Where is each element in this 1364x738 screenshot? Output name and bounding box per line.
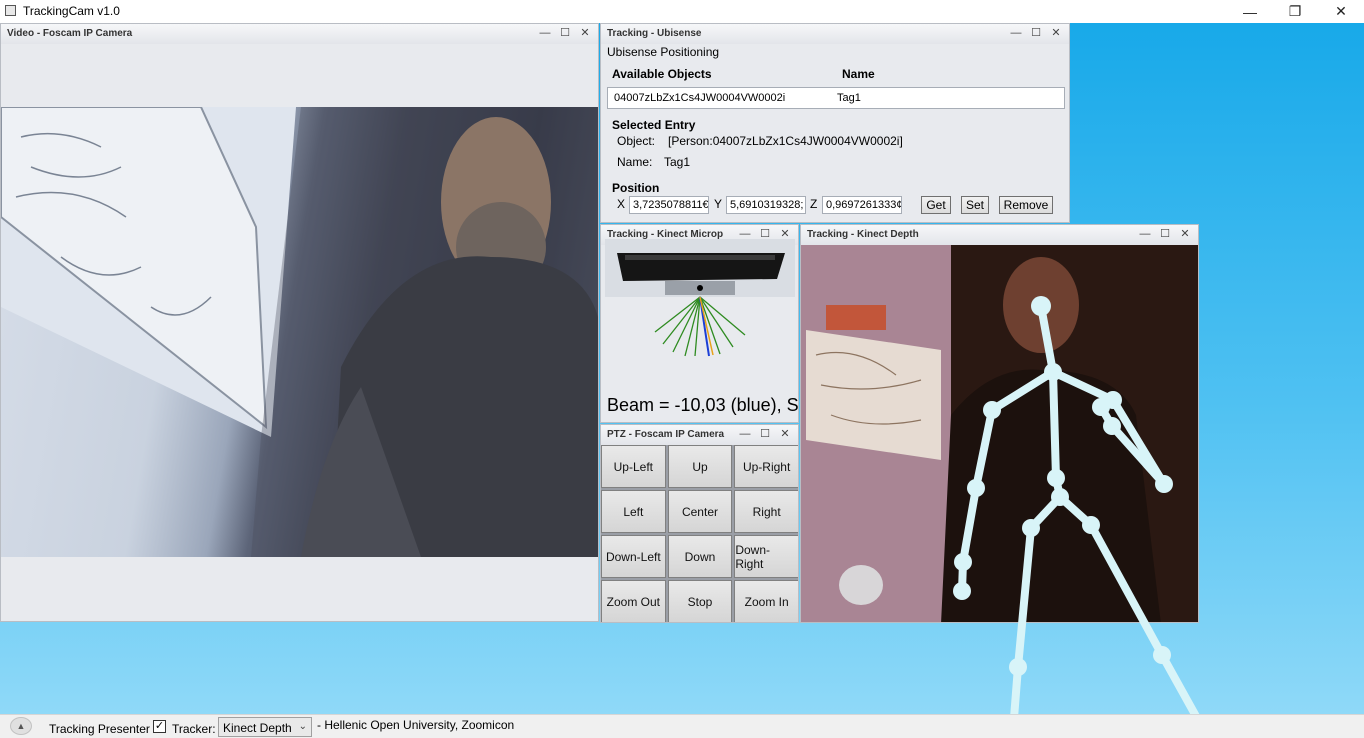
skeleton-overlay (953, 296, 1200, 714)
tracker-label: Tracker: (172, 722, 216, 736)
checkbox-icon[interactable]: ✓ (153, 720, 166, 733)
minimize-icon[interactable]: — (1227, 0, 1273, 23)
restore-icon[interactable]: ❐ (1272, 0, 1318, 23)
statusbar: ▲ Tracking Presenter ✓ Tracker: Kinect D… (0, 714, 1364, 738)
app-title: TrackingCam v1.0 (23, 4, 120, 18)
desktop-area: Video - Foscam IP Camera — ☐ ✕ Tracking … (0, 23, 1364, 714)
app-icon (5, 5, 16, 16)
tracker-select[interactable]: Kinect Depth ⌄ (218, 717, 312, 737)
credit-text: - Hellenic Open University, Zoomicon (317, 718, 515, 732)
app-titlebar: TrackingCam v1.0 — ❐ ✕ (0, 0, 1364, 23)
tracker-select-value: Kinect Depth (223, 721, 292, 735)
close-icon[interactable]: ✕ (1318, 0, 1364, 23)
chevron-down-icon: ⌄ (298, 721, 307, 732)
expand-up-icon[interactable]: ▲ (10, 717, 32, 735)
presenter-label: Tracking Presenter (49, 722, 150, 736)
